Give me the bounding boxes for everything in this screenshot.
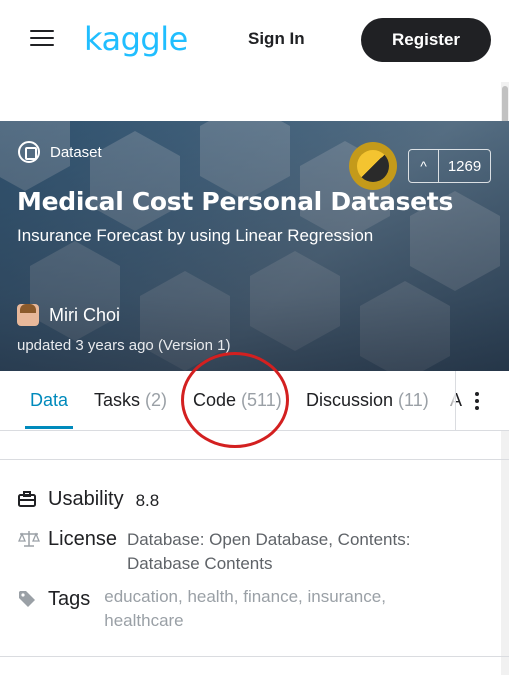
register-button[interactable]: Register	[361, 18, 491, 62]
dataset-type-text: Dataset	[50, 143, 102, 161]
avatar	[17, 304, 39, 326]
dataset-subtitle: Insurance Forecast by using Linear Regre…	[17, 226, 374, 245]
usability-row: Usability 8.8	[18, 488, 159, 513]
medal-icon	[349, 142, 397, 190]
section-divider	[0, 656, 509, 657]
tab-discussion[interactable]: Discussion (11)	[306, 390, 429, 411]
tab-label: Discussion	[306, 390, 394, 410]
tag-health[interactable]: health	[187, 587, 233, 606]
dataset-title: Medical Cost Personal Datasets	[17, 187, 454, 216]
tab-code[interactable]: Code (511)	[193, 390, 282, 411]
tab-tasks[interactable]: Tasks (2)	[94, 390, 167, 411]
tags-label: Tags	[48, 588, 91, 610]
tab-label: Tasks	[94, 390, 141, 410]
sign-in-link[interactable]: Sign In	[248, 29, 305, 49]
license-label: License	[48, 528, 117, 550]
tab-label: Data	[30, 390, 69, 410]
chevron-up-icon: ^	[409, 150, 439, 182]
section-divider	[0, 459, 509, 460]
more-options-icon[interactable]	[467, 389, 487, 413]
tab-data[interactable]: Data	[30, 390, 68, 411]
tab-label: Code	[193, 390, 237, 410]
upvote-count: 1269	[447, 157, 482, 175]
author-link[interactable]: Miri Choi	[17, 304, 120, 326]
tab-count: (2)	[145, 390, 168, 410]
kaggle-logo[interactable]: kaggle	[84, 20, 188, 58]
dataset-banner: Dataset ^ 1269 Medical Cost Personal Dat…	[0, 121, 509, 371]
tag-education[interactable]: education	[104, 587, 178, 606]
usability-score: 8.8	[135, 491, 160, 510]
tag-finance[interactable]: finance	[243, 587, 298, 606]
tab-count: (511)	[241, 390, 282, 410]
tag-icon	[18, 590, 38, 610]
tag-insurance[interactable]: insurance	[308, 587, 382, 606]
usability-label: Usability	[48, 488, 124, 510]
active-tab-indicator	[25, 426, 73, 429]
tags-row: Tags education, health, finance, insuran…	[18, 585, 488, 633]
tabs-divider	[455, 371, 456, 430]
tab-count: (11)	[398, 390, 429, 410]
tags-list: education, health, finance, insurance, h…	[104, 587, 386, 630]
scale-icon	[18, 530, 40, 550]
author-name: Miri Choi	[49, 304, 121, 325]
license-value: Database: Open Database, Contents: Datab…	[126, 530, 411, 573]
menu-icon[interactable]	[30, 30, 54, 50]
briefcase-icon	[18, 490, 38, 510]
updated-text: updated 3 years ago (Version 1)	[17, 337, 231, 354]
top-navbar: kaggle Sign In Register	[0, 0, 509, 82]
dataset-icon	[18, 141, 40, 163]
dataset-type-label: Dataset	[18, 141, 102, 163]
license-row: License Database: Open Database, Content…	[18, 528, 488, 576]
tag-healthcare[interactable]: healthcare	[104, 611, 183, 630]
dataset-tabs: Data Tasks (2) Code (511) Discussion (11…	[0, 371, 509, 431]
upvote-button[interactable]: ^ 1269	[408, 149, 491, 183]
